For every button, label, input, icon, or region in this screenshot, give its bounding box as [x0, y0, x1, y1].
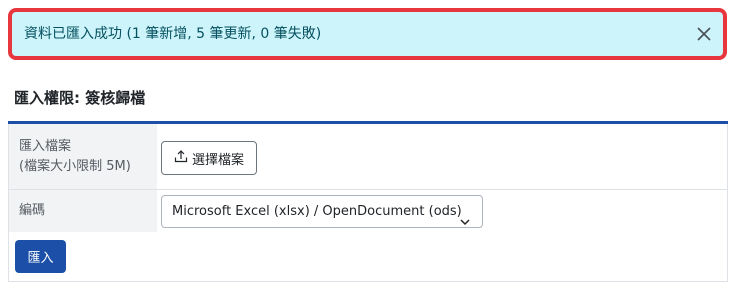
- chevron-down-icon: [460, 207, 470, 238]
- encoding-select[interactable]: Microsoft Excel (xlsx) / OpenDocument (o…: [161, 195, 483, 228]
- import-submit-button[interactable]: 匯入: [15, 240, 66, 273]
- alert-message: 資料已匯入成功 (1 筆新增, 5 筆更新, 0 筆失敗): [24, 26, 322, 42]
- import-success-alert: 資料已匯入成功 (1 筆新增, 5 筆更新, 0 筆失敗): [8, 8, 727, 60]
- page-title: 匯入權限: 簽核歸檔: [14, 89, 146, 107]
- file-field-label: 匯入檔案 (檔案大小限制 5M): [9, 124, 157, 189]
- upload-icon: [174, 149, 188, 167]
- encoding-selected-value: Microsoft Excel (xlsx) / OpenDocument (o…: [172, 204, 462, 219]
- file-label: 匯入檔案: [19, 139, 72, 154]
- import-form: 匯入檔案 (檔案大小限制 5M) 選擇檔案 編碼 Microsoft Excel…: [8, 124, 728, 282]
- file-size-hint: (檔案大小限制 5M): [19, 159, 131, 174]
- close-icon[interactable]: [691, 21, 717, 47]
- encoding-field-label: 編碼: [9, 190, 157, 232]
- choose-file-button[interactable]: 選擇檔案: [161, 141, 257, 175]
- choose-file-label: 選擇檔案: [191, 152, 244, 168]
